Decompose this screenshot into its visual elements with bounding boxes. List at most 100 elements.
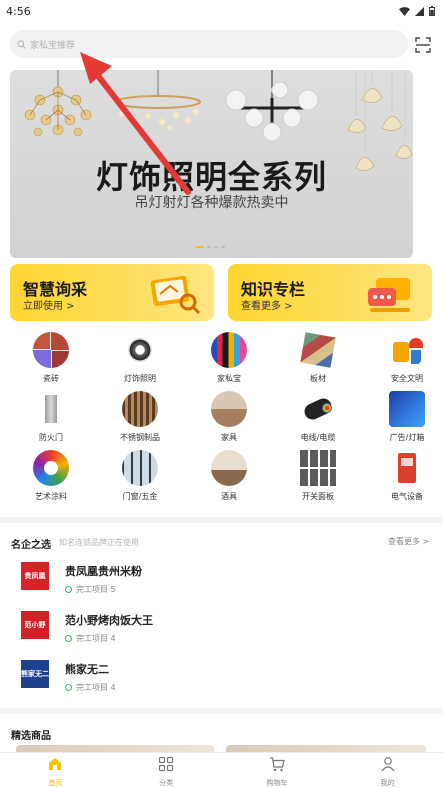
category-label: 电线/电缆: [300, 433, 336, 442]
profile-icon: [381, 757, 395, 772]
category-tile[interactable]: 安全文明: [372, 332, 442, 384]
brand-logo: 范小野: [21, 611, 49, 639]
category-grid-icon: [159, 756, 174, 772]
stainless-icon: [122, 391, 158, 427]
promo-subtitle: 立即使用 >: [23, 301, 75, 312]
brand-list-item[interactable]: 贵凤凰 贵凤凰贵州米粉 完工项目 5: [0, 557, 443, 605]
nav-label: 分类: [159, 779, 174, 787]
category-tile[interactable]: 瓷砖: [16, 332, 86, 384]
nav-home[interactable]: 首页: [0, 753, 111, 788]
nav-label: 首页: [48, 779, 63, 787]
cart-icon: [269, 757, 285, 772]
switch-icon: [300, 450, 336, 486]
brand-name: 贵凤凰贵州米粉: [65, 565, 142, 578]
brand-name: 熊家无二: [65, 663, 109, 676]
section-divider: [0, 517, 443, 523]
safety-icon: [389, 332, 425, 368]
electric-icon: [389, 450, 425, 486]
chat-bubbles-icon: [368, 278, 410, 312]
category-label: 门窗/五金: [122, 492, 158, 501]
brand-list-item[interactable]: 范小野 范小野烤肉饭大王 完工项目 4: [0, 606, 443, 654]
category-label: 瓷砖: [43, 374, 59, 383]
category-tile[interactable]: 门窗/五金: [105, 450, 175, 502]
paint-icon: [33, 450, 69, 486]
lightbox-icon: [389, 391, 425, 427]
window-icon: [122, 450, 158, 486]
brand-meta: 完工项目 4: [65, 682, 116, 693]
nav-category[interactable]: 分类: [111, 753, 222, 788]
brand-project-count: 完工项目 4: [76, 683, 116, 692]
category-label: 艺术涂料: [35, 492, 67, 501]
search-input[interactable]: 家私宝推荐: [10, 30, 408, 58]
banner-subtitle: 吊灯射灯各种爆款热卖中: [134, 195, 289, 211]
brand-list-item[interactable]: 熊家无二 熊家无二 完工项目 4: [0, 655, 443, 703]
promo-card-knowledge[interactable]: 知识专栏 查看更多 >: [228, 264, 432, 321]
category-label: 不锈钢制品: [120, 433, 160, 442]
check-circle-icon: [65, 586, 72, 593]
category-label: 防火门: [39, 433, 63, 442]
product-card-preview[interactable]: [226, 745, 426, 752]
category-tile[interactable]: 酒具: [194, 450, 264, 502]
brands-view-more-link[interactable]: 查看更多 >: [388, 536, 429, 547]
section-divider: [0, 708, 443, 714]
category-label: 开关面板: [302, 492, 334, 501]
category-tile[interactable]: 开关面板: [283, 450, 353, 502]
category-tile[interactable]: 家具: [194, 391, 264, 443]
banner-dot-active: [196, 246, 204, 248]
inquiry-board-icon: [150, 276, 201, 314]
lamp-icon: [122, 332, 158, 368]
category-tile[interactable]: 广告/灯箱: [372, 391, 442, 443]
category-label: 板材: [310, 374, 326, 383]
category-tile[interactable]: 电线/电缆: [283, 391, 353, 443]
nav-profile[interactable]: 我的: [332, 753, 443, 788]
wine-icon: [211, 450, 247, 486]
search-row: 家私宝推荐: [0, 30, 443, 60]
category-tile[interactable]: 灯饰照明: [105, 332, 175, 384]
furniture-icon: [211, 332, 247, 368]
search-placeholder: 家私宝推荐: [30, 40, 76, 51]
promo-banner[interactable]: 灯饰照明全系列 吊灯射灯各种爆款热卖中: [10, 70, 413, 258]
category-tile[interactable]: 不锈钢制品: [105, 391, 175, 443]
brand-meta: 完工项目 4: [65, 633, 116, 644]
category-label: 灯饰照明: [124, 374, 156, 383]
brand-logo: 熊家无二: [21, 660, 49, 688]
banner-dot: [214, 246, 218, 248]
brand-project-count: 完工项目 4: [76, 634, 116, 643]
category-tile[interactable]: 板材: [283, 332, 353, 384]
cable-icon: [300, 391, 336, 427]
battery-icon: [429, 6, 435, 16]
nav-label: 购物车: [266, 779, 288, 787]
banner-dot: [207, 246, 211, 248]
brands-section-title: 名企之选: [11, 540, 51, 551]
check-circle-icon: [65, 635, 72, 642]
featured-section-title: 精选商品: [11, 731, 51, 742]
scan-icon[interactable]: [415, 37, 431, 53]
status-icons: [399, 6, 435, 16]
search-icon: [17, 39, 26, 49]
bottom-nav: 首页 分类 购物车 我的: [0, 752, 443, 788]
nav-cart[interactable]: 购物车: [222, 753, 333, 788]
wifi-icon: [399, 6, 410, 16]
status-bar: 4:56: [0, 0, 443, 22]
brand-logo: 贵凤凰: [21, 562, 49, 590]
category-tile[interactable]: 电气设备: [372, 450, 442, 502]
category-label: 家具: [221, 433, 237, 442]
status-time: 4:56: [6, 4, 31, 18]
home-icon: [49, 758, 62, 770]
product-card-preview[interactable]: [16, 745, 214, 752]
category-label: 酒具: [221, 492, 237, 501]
category-tile[interactable]: 防火门: [16, 391, 86, 443]
brands-section-note: 知名连锁品牌正在使用: [59, 538, 139, 547]
fire-door-icon: [33, 391, 69, 427]
category-label: 家私宝: [217, 374, 241, 383]
promo-subtitle: 查看更多 >: [241, 301, 293, 312]
promo-card-smart-inquiry[interactable]: 智慧询采 立即使用 >: [10, 264, 214, 321]
check-circle-icon: [65, 684, 72, 691]
category-tile[interactable]: 家私宝: [194, 332, 264, 384]
brand-meta: 完工项目 5: [65, 584, 116, 595]
nav-label: 我的: [380, 779, 395, 787]
brand-project-count: 完工项目 5: [76, 585, 116, 594]
board-icon: [300, 332, 336, 368]
category-tile[interactable]: 艺术涂料: [16, 450, 86, 502]
category-label: 广告/灯箱: [389, 433, 425, 442]
